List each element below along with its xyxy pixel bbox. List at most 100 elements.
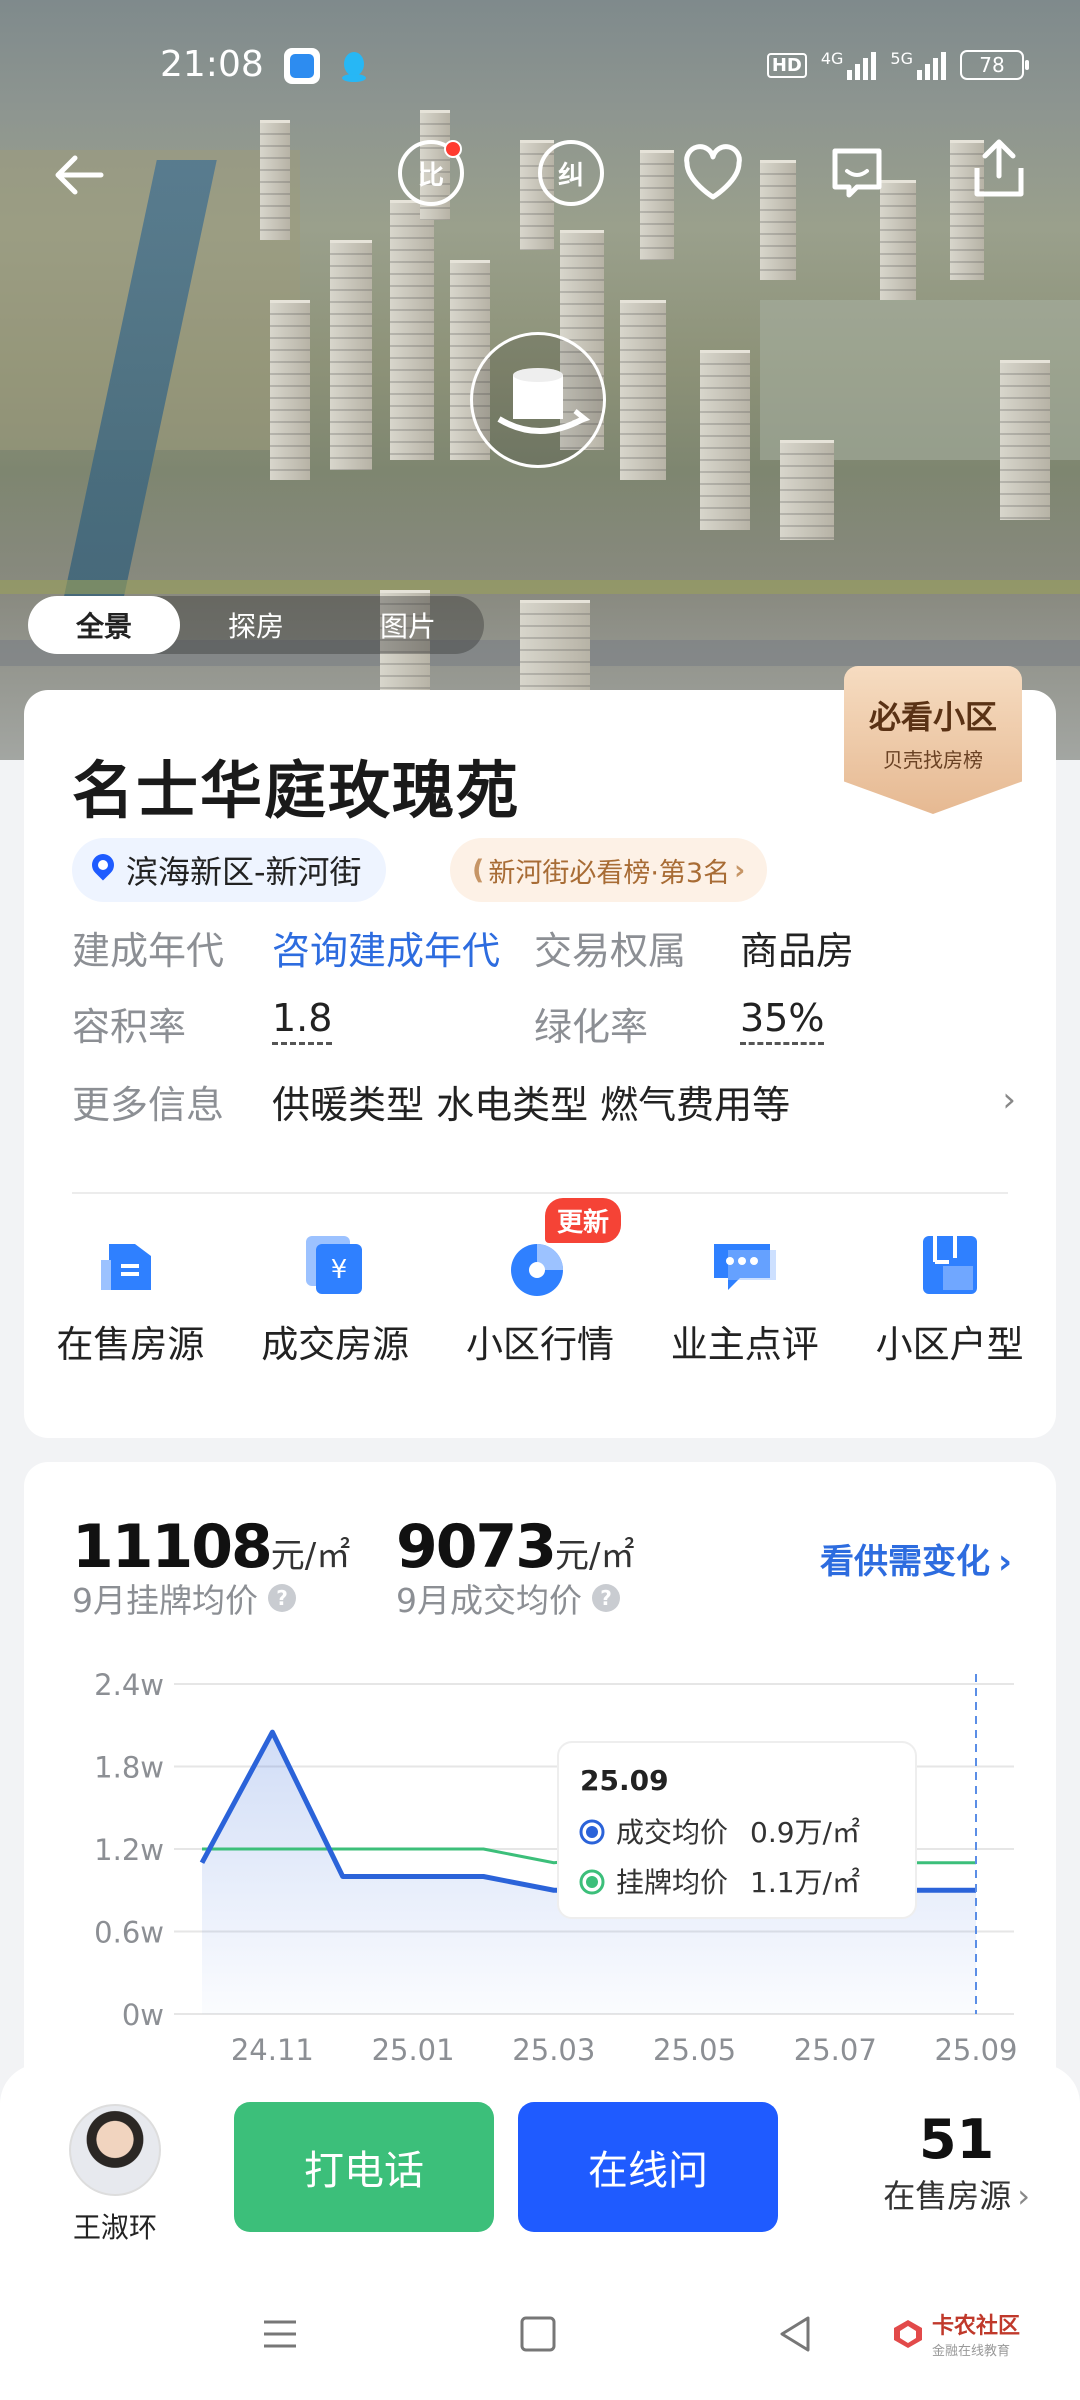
laurel-right-icon: › [734, 854, 746, 886]
shortcut-label: 业主点评 [670, 1323, 819, 1366]
watermark-icon [893, 2319, 922, 2348]
avatar [69, 2104, 161, 2196]
shortcut-floorplans[interactable]: 小区户型 [850, 1230, 1050, 1368]
home-nav-button[interactable] [516, 2312, 560, 2360]
battery-icon: 78 [960, 50, 1029, 80]
tab-panorama[interactable]: 全景 [28, 596, 181, 654]
tooltip-dot-inner [586, 1876, 598, 1888]
call-button[interactable]: 打电话 [234, 2102, 494, 2232]
tooltip-series-name: 挂牌均价 [616, 1866, 728, 1899]
hd-indicator: HD [766, 52, 807, 78]
message-button[interactable] [824, 140, 890, 206]
watermark-logo: 卡农社区 金融在线教育 [890, 2308, 1020, 2359]
laurel-left-icon: ( [472, 854, 485, 886]
y-tick-label: 2.4w [94, 1668, 164, 1702]
chevron-right-icon[interactable]: › [1002, 1080, 1016, 1120]
menu-icon [264, 2320, 296, 2348]
plot-ratio-label: 容积率 [72, 1005, 187, 1049]
watermark-sub: 金融在线教育 [931, 2344, 1010, 2359]
online-chat-button[interactable]: 在线问 [518, 2102, 778, 2232]
3d-cube-icon [497, 368, 591, 434]
build-year-link[interactable]: 咨询建成年代 [272, 920, 534, 975]
ownership-label: 交易权属 [534, 929, 687, 973]
back-arrow-icon [55, 155, 104, 195]
shortcut-label: 在售房源 [56, 1323, 205, 1366]
tooltip-dot-inner [586, 1826, 598, 1838]
y-tick-label: 0.6w [94, 1916, 164, 1950]
x-tick-label: 25.09 [934, 2033, 1017, 2067]
qq-icon [336, 48, 372, 84]
menu-nav-button[interactable] [258, 2312, 302, 2360]
system-nav-bar: 卡农社区 金融在线教育 [0, 2264, 1080, 2400]
more-info-label: 更多信息 [72, 1083, 225, 1127]
notification-app-icon [284, 48, 320, 84]
market-icon: 更新 [505, 1198, 621, 1300]
detail-row-1: 建成年代 咨询建成年代 交易权属 商品房 [72, 920, 854, 975]
shortcut-label: 成交房源 [261, 1323, 410, 1366]
divider [72, 1192, 1008, 1194]
chevron-right-icon: › [1017, 2177, 1030, 2215]
home-square-icon [520, 2316, 556, 2352]
shortcut-market[interactable]: 更新 小区行情 [440, 1198, 640, 1368]
floorplan-icon [915, 1230, 985, 1300]
more-info-value: 供暖类型 水电类型 燃气费用等 [272, 1083, 791, 1127]
compare-icon: 比 [417, 160, 444, 191]
shortcut-for-sale[interactable]: 在售房源 [30, 1230, 230, 1368]
network-4g: 4G [820, 48, 844, 68]
green-rate-value[interactable]: 35% [740, 996, 825, 1045]
back-button[interactable] [46, 142, 112, 208]
contact-action-bar: 王淑环 打电话 在线问 51 在售房源 › [0, 2064, 1080, 2264]
ownership-value: 商品房 [740, 929, 855, 973]
shortcut-reviews[interactable]: 业主点评 [645, 1230, 845, 1368]
favorite-button[interactable] [680, 140, 746, 206]
badge-title: 必看小区 [868, 698, 997, 736]
clock: 21:08 [160, 44, 264, 85]
shortcut-deals[interactable]: ¥ 成交房源 [235, 1230, 435, 1368]
must-see-badge[interactable]: 必看小区 贝壳找房榜 [844, 666, 1022, 814]
chat-bubble-icon [832, 148, 882, 198]
agent-name: 王淑环 [72, 2211, 157, 2244]
for-sale-icon [95, 1230, 165, 1300]
x-tick-label: 25.01 [372, 2033, 455, 2067]
correction-button[interactable]: 纠 [538, 140, 604, 206]
compare-button[interactable]: 比 [398, 140, 464, 206]
feature-shortcuts: 在售房源 ¥ 成交房源 更新 小区行情 业主点评 小区户型 [24, 1198, 1056, 1368]
x-tick-label: 25.07 [794, 2033, 877, 2067]
tooltip-series-value: 0.9万/㎡ [750, 1816, 860, 1849]
tab-house-tour[interactable]: 探房 [180, 596, 332, 654]
notification-dot [444, 140, 462, 158]
share-button[interactable] [966, 136, 1032, 202]
agent-profile[interactable]: 王淑环 [60, 2104, 170, 2246]
signal-icon-2 [917, 50, 946, 80]
deal-icon: ¥ [300, 1230, 370, 1300]
yen-glyph: ¥ [331, 1255, 348, 1285]
signal-icon [847, 50, 877, 80]
build-year-label: 建成年代 [72, 929, 225, 973]
watermark-name: 卡农社区 [931, 2314, 1020, 2339]
ranking-text: 新河街必看榜·第3名 [488, 857, 731, 889]
y-tick-label: 1.2w [94, 1833, 164, 1867]
community-name: 名士华庭玫瑰苑 [72, 754, 521, 827]
more-info-row[interactable]: 更多信息 供暖类型 水电类型 燃气费用等 [72, 1074, 1012, 1129]
tooltip-series-name: 成交均价 [616, 1816, 728, 1849]
community-info-card: 名士华庭玫瑰苑 必看小区 贝壳找房榜 滨海新区-新河街 ( 新河街必看榜·第3名… [24, 666, 1056, 1438]
ranking-tag[interactable]: ( 新河街必看榜·第3名 › [450, 838, 768, 902]
tooltip-title: 25.09 [580, 1764, 669, 1797]
for-sale-count-link[interactable]: 51 在售房源 › [883, 2108, 1030, 2217]
location-text: 滨海新区-新河街 [126, 853, 362, 891]
vr-tour-button[interactable] [470, 332, 606, 468]
back-nav-button[interactable] [774, 2312, 818, 2360]
tab-photos[interactable]: 图片 [332, 596, 484, 654]
location-tag[interactable]: 滨海新区-新河街 [72, 838, 386, 902]
location-pin-icon [90, 854, 116, 886]
shortcut-label: 小区户型 [875, 1323, 1024, 1366]
heart-icon [684, 144, 742, 200]
tooltip-series-value: 1.1万/㎡ [750, 1866, 860, 1899]
shortcut-label: 小区行情 [465, 1323, 614, 1366]
plot-ratio-value[interactable]: 1.8 [272, 996, 333, 1045]
badge-subtitle: 贝壳找房榜 [883, 748, 983, 772]
x-tick-label: 24.11 [231, 2033, 314, 2067]
for-sale-label: 在售房源 [883, 2177, 1012, 2215]
network-5g: 5G [890, 48, 913, 68]
back-triangle-icon [780, 2316, 810, 2352]
